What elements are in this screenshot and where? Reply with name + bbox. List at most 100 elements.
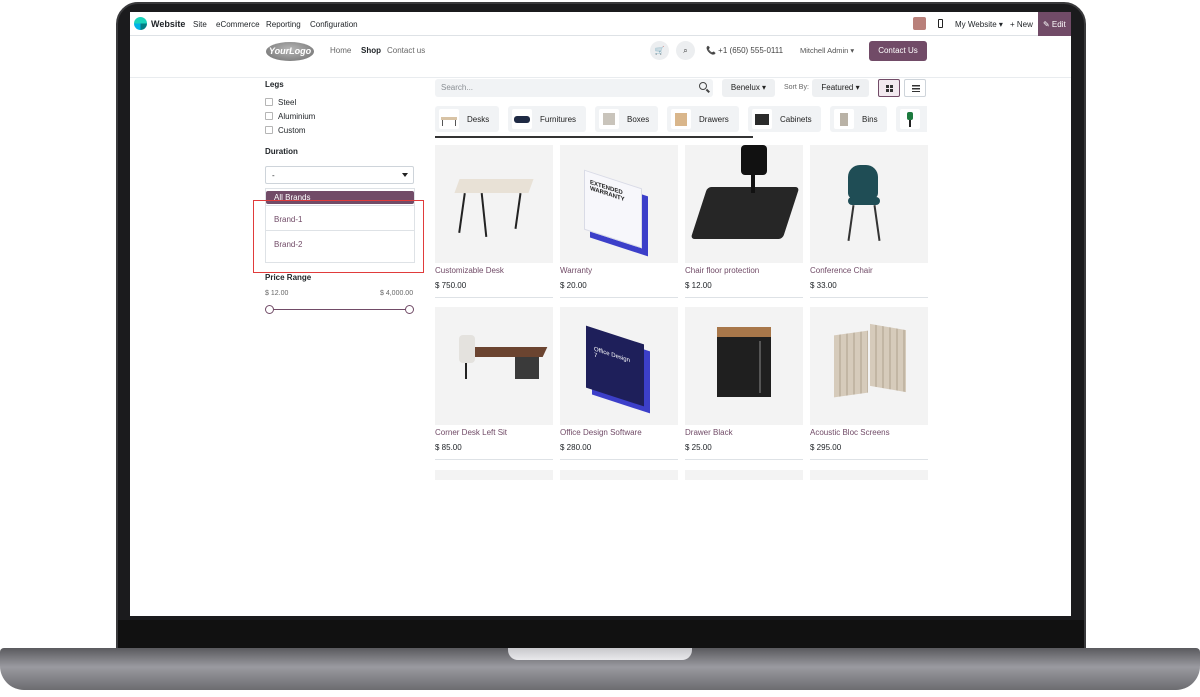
search-placeholder: Search...	[441, 83, 474, 92]
product-price: $ 20.00	[560, 281, 587, 290]
category-desks[interactable]: Desks	[435, 106, 499, 132]
menu-reporting[interactable]: Reporting	[266, 20, 301, 29]
product-name[interactable]: Corner Desk Left Sit	[435, 428, 507, 437]
product-price: $ 295.00	[810, 443, 842, 452]
grid-view-button[interactable]	[878, 79, 900, 97]
product-image[interactable]	[810, 307, 928, 425]
legs-steel-label[interactable]: Steel	[278, 98, 296, 107]
product-price: $ 280.00	[560, 443, 592, 452]
duration-select[interactable]: -	[265, 166, 414, 184]
product-image[interactable]: EXTENDED WARRANTY	[560, 145, 678, 263]
divider	[435, 459, 553, 460]
sort-dropdown[interactable]: Featured ▾	[812, 79, 869, 97]
nav-shop[interactable]: Shop	[361, 46, 381, 55]
drawer-thumbnail	[671, 109, 691, 129]
search-icon[interactable]	[699, 82, 707, 90]
search-icon[interactable]: ⌕	[676, 41, 695, 60]
category-bins[interactable]: Bins	[830, 106, 887, 132]
category-next[interactable]	[896, 106, 927, 132]
product-image[interactable]	[435, 145, 553, 263]
contact-us-button[interactable]: Contact Us	[869, 41, 927, 61]
divider	[810, 459, 928, 460]
price-min: $ 12.00	[265, 290, 289, 297]
pricelist-dropdown[interactable]: Benelux ▾	[722, 79, 775, 97]
list-view-button[interactable]	[904, 79, 926, 97]
product-name[interactable]: Warranty	[560, 266, 592, 275]
app-name[interactable]: Website	[151, 19, 185, 29]
legs-custom-checkbox[interactable]	[265, 126, 273, 134]
legs-aluminium-checkbox[interactable]	[265, 112, 273, 120]
user-menu[interactable]: Mitchell Admin ▾	[800, 46, 854, 55]
product-image[interactable]	[810, 145, 928, 263]
product-card-partial[interactable]	[810, 470, 928, 480]
divider	[685, 297, 803, 298]
product-card-partial[interactable]	[560, 470, 678, 480]
product-price: $ 12.00	[685, 281, 712, 290]
product-image[interactable]	[435, 307, 553, 425]
nav-home[interactable]: Home	[330, 46, 351, 55]
odoo-apps-icon[interactable]	[134, 17, 147, 30]
new-button[interactable]: + New	[1010, 20, 1033, 29]
sort-by-label: Sort By:	[784, 84, 809, 91]
browser-screen: Website Site eCommerce Reporting Configu…	[130, 12, 1071, 616]
legs-custom-label[interactable]: Custom	[278, 126, 306, 135]
user-avatar-icon[interactable]	[913, 17, 926, 30]
product-name[interactable]: Chair floor protection	[685, 266, 759, 275]
product-name[interactable]: Drawer Black	[685, 428, 733, 437]
cart-icon[interactable]: 🛒	[650, 41, 669, 60]
product-card-partial[interactable]	[685, 470, 803, 480]
odoo-system-bar: Website Site eCommerce Reporting Configu…	[130, 12, 1071, 36]
category-label: Desks	[467, 115, 490, 124]
product-image[interactable]	[685, 307, 803, 425]
product-card-partial[interactable]	[435, 470, 553, 480]
edit-button[interactable]: ✎ Edit	[1038, 12, 1071, 36]
product-image[interactable]	[685, 145, 803, 263]
legs-steel-checkbox[interactable]	[265, 98, 273, 106]
laptop-bezel-bottom	[118, 620, 1084, 650]
product-name[interactable]: Customizable Desk	[435, 266, 504, 275]
legs-aluminium-label[interactable]: Aluminium	[278, 112, 315, 121]
duration-value: -	[272, 171, 275, 180]
category-label: Drawers	[699, 115, 729, 124]
product-name[interactable]: Office Design Software	[560, 428, 642, 437]
price-range-min-handle[interactable]	[265, 305, 274, 314]
lamp-thumbnail	[900, 109, 920, 129]
category-boxes[interactable]: Boxes	[595, 106, 658, 132]
divider	[560, 459, 678, 460]
price-range-title: Price Range	[265, 273, 312, 282]
highlight-box	[253, 200, 424, 273]
menu-configuration[interactable]: Configuration	[310, 20, 358, 29]
site-logo[interactable]: YourLogo	[266, 42, 314, 61]
divider	[435, 297, 553, 298]
price-range-max-handle[interactable]	[405, 305, 414, 314]
mobile-preview-icon[interactable]	[938, 19, 943, 28]
menu-site[interactable]: Site	[193, 20, 207, 29]
product-price: $ 85.00	[435, 443, 462, 452]
price-max: $ 4,000.00	[380, 290, 414, 297]
category-drawers[interactable]: Drawers	[667, 106, 739, 132]
divider	[560, 297, 678, 298]
category-label: Cabinets	[780, 115, 812, 124]
product-price: $ 25.00	[685, 443, 712, 452]
product-name[interactable]: Acoustic Bloc Screens	[810, 428, 890, 437]
phone-number[interactable]: 📞 +1 (650) 555-0111	[706, 46, 783, 55]
category-furnitures[interactable]: Furnitures	[508, 106, 586, 132]
list-icon	[912, 85, 920, 92]
category-label: Boxes	[627, 115, 650, 124]
product-name[interactable]: Conference Chair	[810, 266, 873, 275]
product-image[interactable]: Office Design 7	[560, 307, 678, 425]
category-scroll-underline	[435, 136, 753, 138]
sofa-thumbnail	[512, 109, 532, 129]
product-search-input[interactable]: Search...	[435, 79, 713, 97]
my-website-dropdown[interactable]: My Website ▾	[955, 20, 1003, 29]
laptop-notch	[508, 648, 692, 660]
price-range-track[interactable]	[270, 309, 411, 310]
nav-contact-us[interactable]: Contact us	[387, 46, 425, 55]
category-cabinets[interactable]: Cabinets	[748, 106, 821, 132]
desk-thumbnail	[439, 109, 459, 129]
menu-ecommerce[interactable]: eCommerce	[216, 20, 260, 29]
box-thumbnail	[599, 109, 619, 129]
divider	[685, 459, 803, 460]
cabinet-thumbnail	[752, 109, 772, 129]
product-price: $ 33.00	[810, 281, 837, 290]
